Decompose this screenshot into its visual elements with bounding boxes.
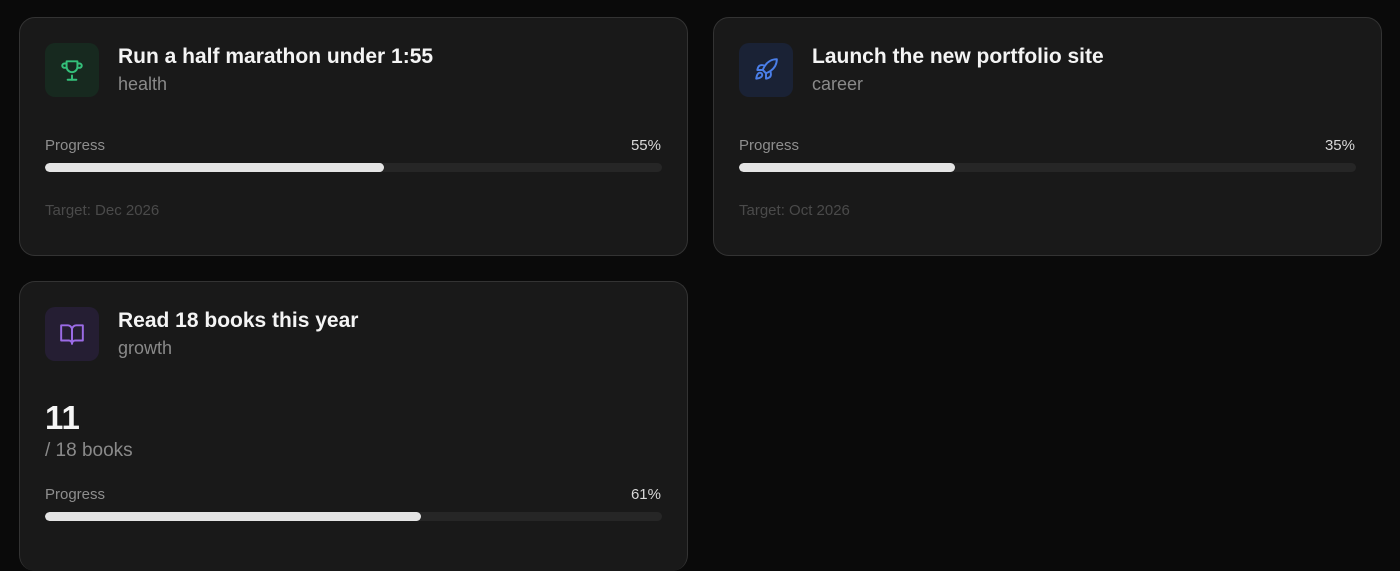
progress-label: Progress [45, 137, 106, 154]
book-open-icon [60, 324, 84, 345]
goal-title: Run a half marathon under 1:55 [118, 45, 434, 68]
books-target-count: / 18 books [45, 440, 133, 461]
progress-label: Progress [739, 137, 800, 154]
rocket-icon [755, 58, 778, 80]
goal-card[interactable]: Launch the new portfolio site career Pro… [713, 17, 1382, 256]
progress-bar-fill [739, 163, 955, 172]
target-date: Target: Dec 2026 [45, 202, 160, 219]
goal-category: health [118, 74, 168, 94]
progress-percent: 55% [630, 137, 661, 154]
progress-percent: 61% [630, 486, 661, 503]
progress-label: Progress [45, 486, 106, 503]
goal-card[interactable]: Run a half marathon under 1:55 health Pr… [19, 17, 688, 256]
progress-bar [45, 163, 662, 172]
books-read-count: 11 [45, 399, 80, 436]
goal-category: growth [118, 338, 173, 358]
goal-icon-tile [45, 307, 99, 361]
goal-icon-tile [739, 43, 793, 97]
trophy-icon [61, 60, 83, 81]
goal-icon-tile [45, 43, 99, 97]
goal-card[interactable]: Read 18 books this year growth 11 / 18 b… [19, 281, 688, 571]
goal-title: Read 18 books this year [118, 309, 359, 332]
target-date: Target: Oct 2026 [739, 202, 850, 219]
progress-percent: 35% [1324, 137, 1355, 154]
progress-bar-fill [45, 512, 422, 521]
goal-category: career [812, 74, 864, 94]
progress-bar [739, 163, 1356, 172]
goal-title: Launch the new portfolio site [812, 45, 1104, 68]
progress-bar-fill [45, 163, 385, 172]
progress-bar [45, 512, 662, 521]
